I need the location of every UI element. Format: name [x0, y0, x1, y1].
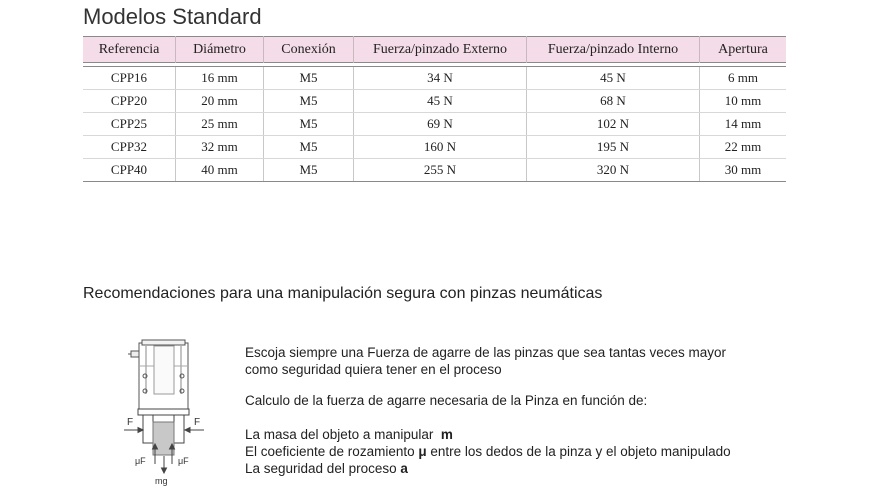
cell-referencia: CPP40: [83, 158, 176, 182]
section-heading: Recomendaciones para una manipulación se…: [83, 285, 603, 302]
table-row: CPP25 25 mm M5 69 N 102 N 14 mm: [83, 112, 786, 136]
intro-line-2: como seguridad quiera tener en el proces…: [245, 362, 502, 377]
recommendations-text: Escoja siempre una Fuerza de agarre de l…: [245, 344, 845, 477]
cell-diametro: 25 mm: [175, 112, 264, 136]
factor-mass-symbol: m: [440, 427, 453, 442]
cell-conexion: M5: [263, 135, 354, 159]
factor-coef-text-a: El coeficiente de rozamiento: [245, 444, 415, 459]
cell-fuerza-externo: 160 N: [353, 135, 527, 159]
cell-apertura: 30 mm: [699, 158, 786, 182]
cell-fuerza-externo: 45 N: [353, 89, 527, 113]
gripper-body: [128, 339, 189, 410]
paragraph-factors: La masa del objeto a manipular m El coef…: [245, 426, 845, 477]
cell-conexion: M5: [263, 112, 354, 136]
cell-fuerza-interno: 68 N: [526, 89, 700, 113]
cell-apertura: 22 mm: [699, 135, 786, 159]
intro-line-1: Escoja siempre una Fuerza de agarre de l…: [245, 345, 727, 360]
table-row: CPP32 32 mm M5 160 N 195 N 22 mm: [83, 135, 786, 159]
cell-fuerza-interno: 195 N: [526, 135, 700, 159]
cell-fuerza-interno: 102 N: [526, 112, 700, 136]
cell-referencia: CPP16: [83, 66, 176, 90]
cell-diametro: 20 mm: [175, 89, 264, 113]
column-header-conexion: Conexión: [263, 36, 354, 63]
grasped-object: [152, 421, 175, 456]
cell-diametro: 32 mm: [175, 135, 264, 159]
cell-diametro: 40 mm: [175, 158, 264, 182]
column-header-referencia: Referencia: [83, 36, 176, 63]
cell-apertura: 6 mm: [699, 66, 786, 90]
column-header-fuerza-interno: Fuerza/pinzado Interno: [526, 36, 700, 63]
force-label-left: F: [127, 417, 133, 428]
cell-fuerza-interno: 320 N: [526, 158, 700, 182]
table-row: CPP16 16 mm M5 34 N 45 N 6 mm: [83, 66, 786, 90]
friction-label-left: μF: [135, 456, 146, 466]
gripper-force-diagram: F F μF μF mg: [124, 339, 204, 486]
factor-coef-symbol: μ: [418, 444, 427, 459]
cell-apertura: 14 mm: [699, 112, 786, 136]
cell-fuerza-externo: 34 N: [353, 66, 527, 90]
cell-conexion: M5: [263, 89, 354, 113]
factor-safety-symbol: a: [400, 461, 408, 476]
cell-referencia: CPP20: [83, 89, 176, 113]
page-title: Modelos Standard: [83, 4, 262, 29]
table-row: CPP20 20 mm M5 45 N 68 N 10 mm: [83, 89, 786, 113]
cell-diametro: 16 mm: [175, 66, 264, 90]
table-header-row: Referencia Diámetro Conexión Fuerza/pinz…: [83, 36, 786, 63]
cell-apertura: 10 mm: [699, 89, 786, 113]
column-header-diametro: Diámetro: [175, 36, 264, 63]
column-header-apertura: Apertura: [699, 36, 786, 63]
cell-conexion: M5: [263, 158, 354, 182]
factor-coef-text-b: entre los dedos de la pinza y el objeto …: [430, 444, 731, 459]
paragraph-intro: Escoja siempre una Fuerza de agarre de l…: [245, 344, 845, 378]
column-header-fuerza-externo: Fuerza/pinzado Externo: [353, 36, 527, 63]
factor-safety-text: La seguridad del proceso: [245, 461, 397, 476]
table-row: CPP40 40 mm M5 255 N 320 N 30 mm: [83, 158, 786, 182]
cell-fuerza-interno: 45 N: [526, 66, 700, 90]
friction-label-right: μF: [178, 456, 189, 466]
cell-fuerza-externo: 255 N: [353, 158, 527, 182]
cell-fuerza-externo: 69 N: [353, 112, 527, 136]
cell-conexion: M5: [263, 66, 354, 90]
models-table: Referencia Diámetro Conexión Fuerza/pinz…: [83, 36, 786, 182]
force-label-right: F: [194, 417, 200, 428]
paragraph-calculation: Calculo de la fuerza de agarre necesaria…: [245, 393, 648, 408]
weight-label: mg: [155, 476, 168, 486]
cell-referencia: CPP32: [83, 135, 176, 159]
factor-mass-text: La masa del objeto a manipular: [245, 427, 434, 442]
cell-referencia: CPP25: [83, 112, 176, 136]
